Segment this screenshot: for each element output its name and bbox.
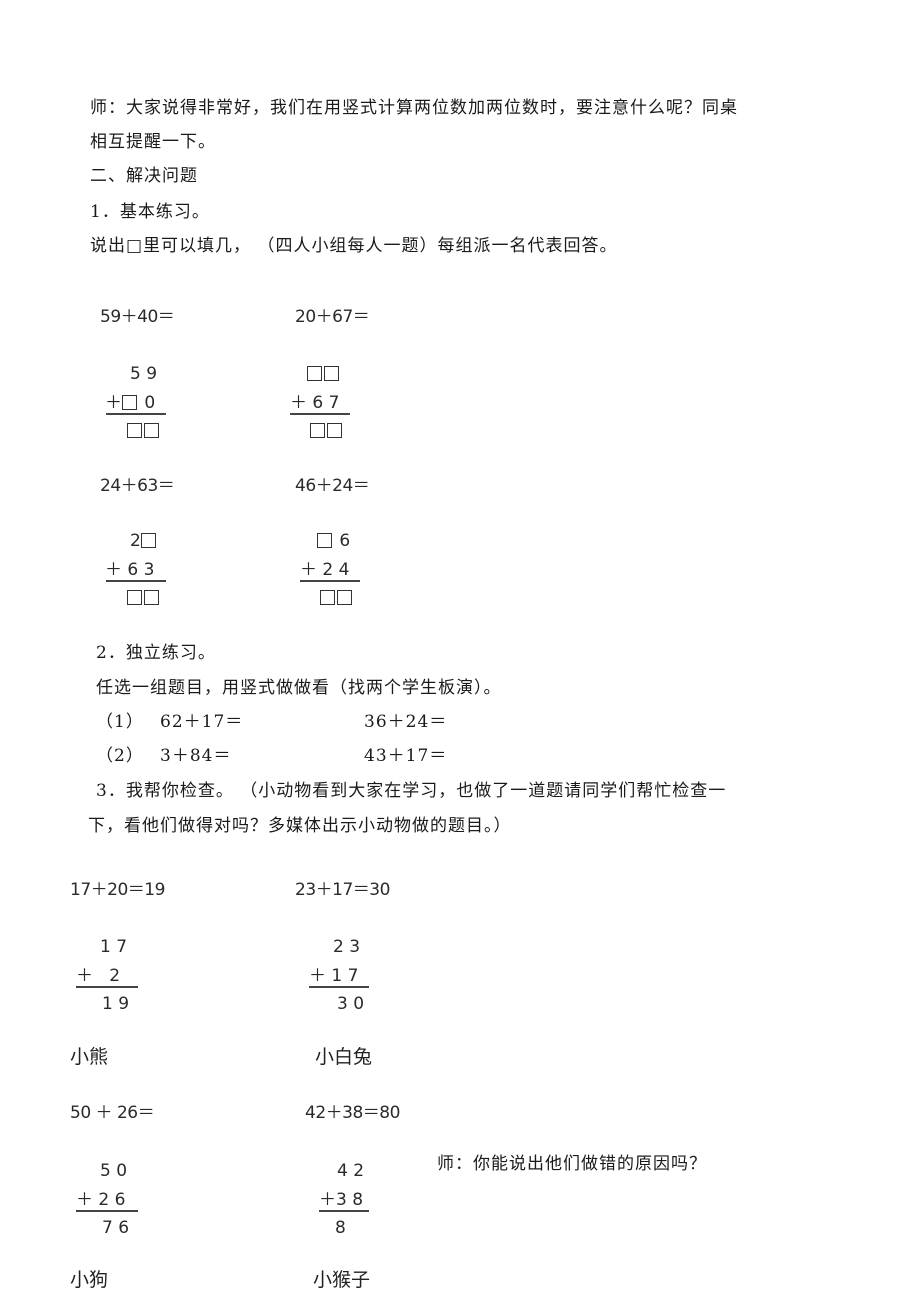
practice-equation-a: 62＋17＝ (160, 712, 244, 732)
blank-box (144, 423, 159, 438)
item1-title: 1．基本练习。 (90, 202, 210, 222)
teacher-remark-line1: 师：大家说得非常好，我们在用竖式计算两位数加两位数时，要注意什么呢？同桌 (90, 98, 738, 118)
blank-box (327, 423, 342, 438)
problem-equation: 46＋24＝ (295, 476, 370, 496)
addend-top: 1 7 (100, 937, 128, 957)
practice-row-1: （1） 62＋17＝ 36＋24＝ (96, 711, 446, 733)
section-heading: 二、解决问题 (90, 166, 198, 186)
sum-rule (76, 986, 138, 988)
teacher-remark-line2: 相互提醒一下。 (90, 132, 216, 152)
blank-box (320, 590, 335, 605)
sum-rule (106, 413, 166, 415)
sum-result: 7 6 (102, 1218, 130, 1238)
animal-name: 小白兔 (315, 1046, 373, 1068)
sum-result: 8 (335, 1218, 346, 1238)
teacher-question: 师：你能说出他们做错的原因吗？ (437, 1154, 707, 1174)
addend-bottom: ＋ 2 (76, 966, 121, 986)
practice-problem-3: 24＋63＝ 2 ＋ 6 3 (100, 476, 280, 616)
practice-equation-b: 43＋17＝ (364, 746, 448, 766)
item1-description: 说出□里可以填几， （四人小组每人一题）每组派一名代表回答。 (90, 236, 618, 256)
practice-problem-2: 20＋67＝ ＋ 6 7 (290, 307, 475, 447)
sum-result (127, 588, 161, 608)
problem-equation: 20＋67＝ (295, 307, 370, 327)
animal-name: 小猴子 (313, 1269, 371, 1291)
problem-equation: 23＋17＝30 (295, 880, 390, 900)
blank-box (317, 533, 332, 548)
practice-problem-4: 46＋24＝ 6 ＋ 2 4 (295, 476, 475, 616)
addend-top: 5 9 (130, 364, 158, 384)
practice-problem-1: 59＋40＝ 5 9 ＋ 0 (100, 307, 280, 447)
addend-top: 6 (317, 531, 350, 551)
blank-box (310, 423, 325, 438)
addend-bottom: ＋ 6 7 (290, 393, 340, 413)
addend-bottom: ＋ 0 (105, 393, 156, 413)
animal-name: 小熊 (70, 1046, 109, 1068)
item3-line1: 3．我帮你检查。 （小动物看到大家在学习，也做了一道题请同学们帮忙检查一 (96, 781, 727, 801)
animal-name: 小狗 (70, 1269, 109, 1291)
problem-equation: 42＋38＝80 (305, 1103, 400, 1123)
sum-rule (309, 986, 369, 988)
problem-equation: 50 ＋ 26＝ (70, 1103, 155, 1123)
problem-equation: 24＋63＝ (100, 476, 175, 496)
practice-equation-b: 36＋24＝ (364, 712, 448, 732)
blank-box (307, 366, 322, 381)
sum-result (127, 421, 161, 441)
addend-top (307, 364, 341, 384)
addend-bottom: ＋ 1 7 (309, 966, 359, 986)
animal-work-monkey: 42＋38＝80 4 2 ＋3 8 8 小猴子 (305, 1103, 505, 1293)
practice-equation-a: 3＋84＝ (160, 746, 232, 766)
blank-box (140, 533, 156, 548)
practice-row-label: （2） (96, 746, 144, 766)
animal-work-rabbit: 23＋17＝30 2 3 ＋ 1 7 3 0 小白兔 (295, 880, 495, 1070)
practice-row-2: （2） 3＋84＝ 43＋17＝ (96, 745, 446, 767)
addend-top: 2 (130, 531, 158, 551)
blank-box (324, 366, 339, 381)
item3-line2: 下，看他们做得对吗？多媒体出示小动物做的题目。） (88, 816, 512, 836)
blank-box (122, 395, 137, 410)
item2-title: 2．独立练习。 (96, 643, 216, 663)
addend-bottom: ＋ 6 3 (105, 560, 155, 580)
problem-equation: 17＋20＝19 (70, 880, 165, 900)
addend-top: 2 3 (333, 937, 361, 957)
addend-bottom: ＋ 2 4 (300, 560, 350, 580)
item2-description: 任选一组题目，用竖式做做看（找两个学生板演）。 (96, 678, 502, 698)
sum-rule (290, 413, 350, 415)
sum-result: 1 9 (102, 994, 130, 1014)
addend-bottom: ＋3 8 (319, 1190, 364, 1210)
addend-top: 5 0 (100, 1161, 128, 1181)
sum-rule (76, 1210, 138, 1212)
addend-top: 4 2 (337, 1161, 365, 1181)
sum-result (310, 421, 344, 441)
addend-bottom: ＋ 2 6 (76, 1190, 126, 1210)
sum-result: 3 0 (337, 994, 365, 1014)
sum-rule (300, 580, 360, 582)
sum-rule (106, 580, 166, 582)
blank-box (127, 423, 142, 438)
problem-equation: 59＋40＝ (100, 307, 175, 327)
practice-row-label: （1） (96, 712, 144, 732)
animal-work-dog: 50 ＋ 26＝ 5 0 ＋ 2 6 7 6 小狗 (70, 1103, 270, 1293)
sum-rule (319, 1210, 369, 1212)
sum-result (320, 588, 354, 608)
blank-box (337, 590, 352, 605)
blank-box (127, 590, 142, 605)
animal-work-bear: 17＋20＝19 1 7 ＋ 2 1 9 小熊 (70, 880, 270, 1070)
blank-box (144, 590, 159, 605)
